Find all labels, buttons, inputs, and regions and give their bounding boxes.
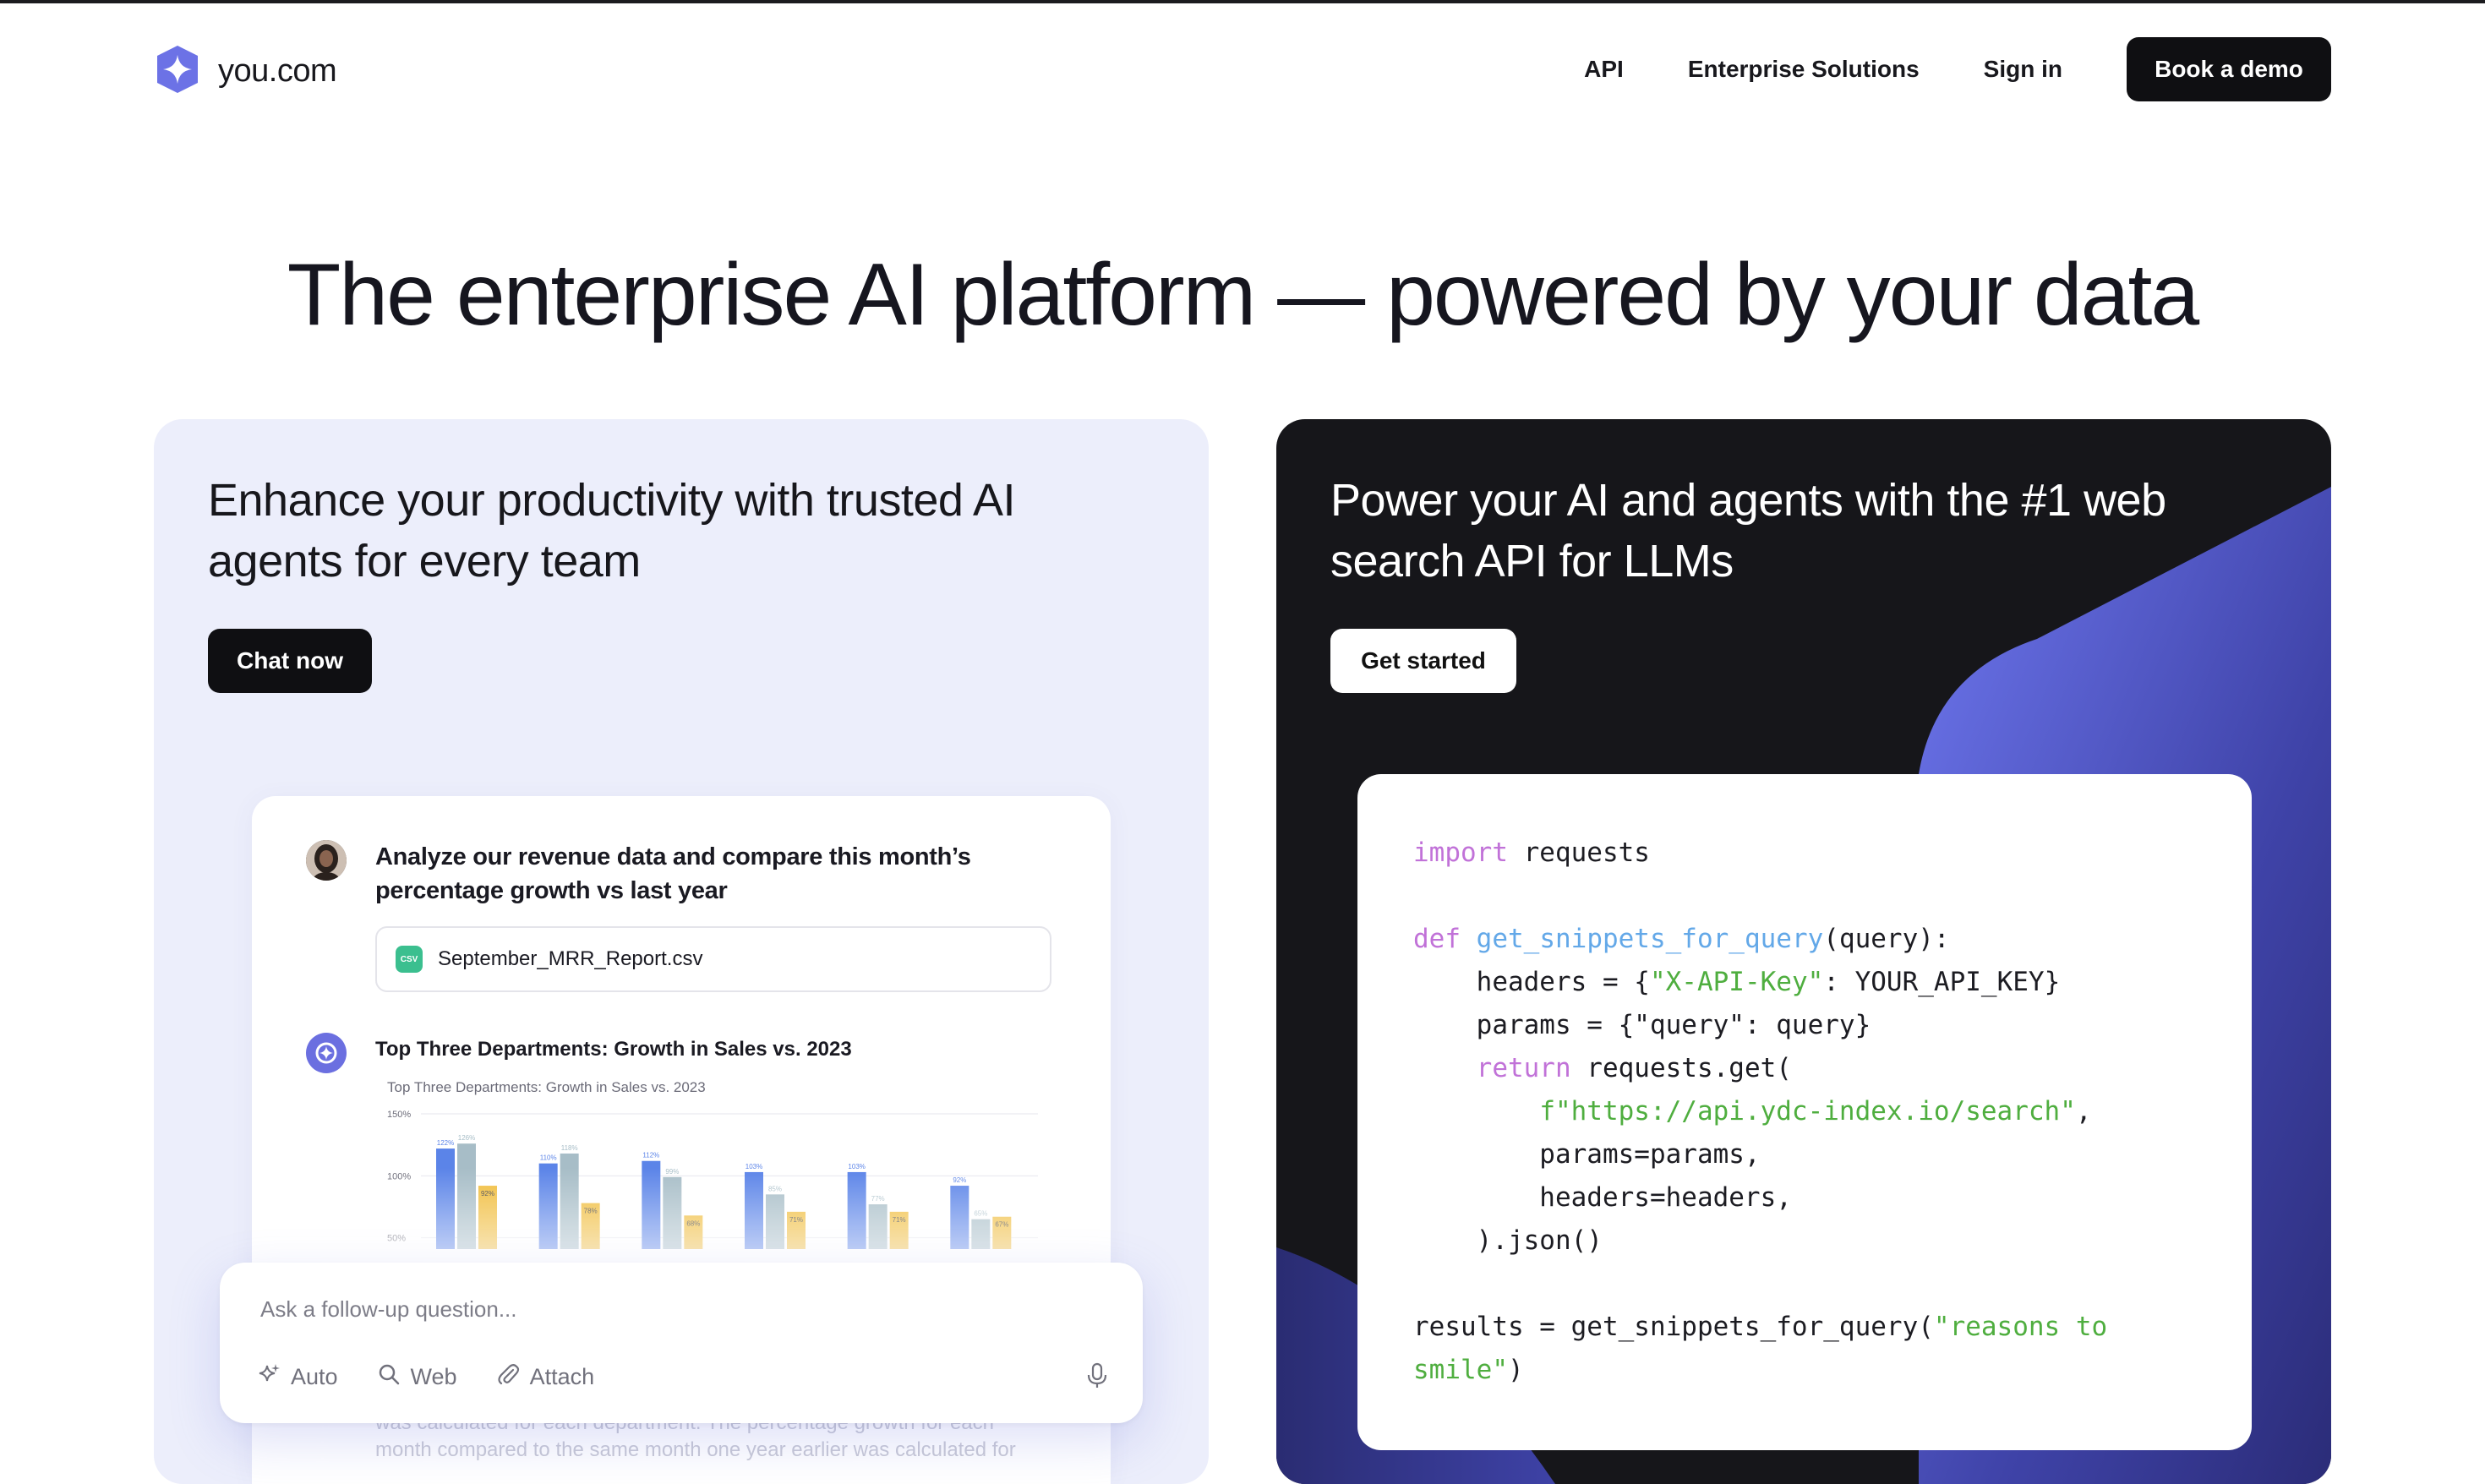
followup-input[interactable]: Ask a follow-up question...	[260, 1296, 517, 1323]
productivity-card-title: Enhance your productivity with trusted A…	[208, 475, 1016, 587]
microphone-icon[interactable]	[1085, 1362, 1109, 1394]
code-function-name: get_snippets_for_query	[1476, 924, 1824, 954]
code-return-keyword: return	[1476, 1053, 1571, 1083]
bar-data-label: 118%	[561, 1144, 578, 1152]
chart-title: Top Three Departments: Growth in Sales v…	[387, 1080, 706, 1095]
paperclip-icon	[496, 1362, 520, 1392]
code-headers-arg: headers=headers,	[1413, 1182, 1792, 1213]
bar-data-label: 112%	[642, 1152, 659, 1159]
followup-box[interactable]: Ask a follow-up question... Auto Web Att…	[220, 1263, 1143, 1423]
code-import-module: requests	[1507, 837, 1650, 868]
auto-mode-button[interactable]: Auto	[257, 1362, 338, 1392]
code-return-call: requests.get(	[1570, 1053, 1792, 1083]
code-url-string: f"https://api.ydc-index.io/search"	[1539, 1096, 2076, 1127]
code-headers-start: headers = {	[1413, 967, 1650, 997]
top-nav: API Enterprise Solutions Sign in Book a …	[1584, 37, 2331, 101]
nav-signin-link[interactable]: Sign in	[1984, 56, 2062, 83]
attach-label: Attach	[529, 1364, 595, 1389]
productivity-card: Enhance your productivity with trusted A…	[154, 419, 1209, 1484]
assistant-icon	[306, 1033, 347, 1073]
code-results-end: )	[1507, 1355, 1524, 1385]
nav-enterprise-link[interactable]: Enterprise Solutions	[1688, 56, 1920, 83]
logo[interactable]: you.com	[152, 44, 337, 99]
code-url-indent	[1413, 1096, 1539, 1127]
attachment-chip[interactable]: CSV September_MRR_Report.csv	[375, 926, 1051, 992]
get-started-button[interactable]: Get started	[1330, 629, 1516, 693]
user-avatar	[306, 840, 347, 881]
auto-label: Auto	[291, 1364, 338, 1389]
bar-data-label: 126%	[458, 1134, 475, 1142]
user-question: Analyze our revenue data and compare thi…	[375, 843, 971, 904]
code-def-keyword: def	[1413, 924, 1461, 954]
attachment-filename: September_MRR_Report.csv	[438, 947, 703, 970]
bar-data-label: 122%	[437, 1139, 454, 1147]
csv-file-icon: CSV	[396, 946, 423, 973]
code-return-indent	[1413, 1053, 1477, 1083]
code-results-string-1: "reasons to	[1933, 1312, 2108, 1342]
web-label: Web	[410, 1364, 457, 1389]
top-border	[0, 0, 2485, 3]
api-card: Power your AI and agents with the #1 web…	[1276, 419, 2331, 1484]
chat-now-button[interactable]: Chat now	[208, 629, 372, 693]
web-search-button[interactable]: Web	[377, 1362, 457, 1392]
y-tick-label: 150%	[387, 1110, 411, 1120]
code-sample: import requests def get_snippets_for_que…	[1357, 774, 2252, 1450]
book-demo-button[interactable]: Book a demo	[2127, 37, 2331, 101]
code-headers-end: : YOUR_API_KEY}	[1823, 967, 2061, 997]
hero-title: The enterprise AI platform — powered by …	[287, 246, 2200, 344]
answer-title: Top Three Departments: Growth in Sales v…	[375, 1038, 852, 1061]
you-logo-icon	[152, 44, 203, 99]
followup-tools: Auto Web Attach	[257, 1362, 594, 1392]
code-headers-key: "X-API-Key"	[1649, 967, 1824, 997]
nav-api-link[interactable]: API	[1584, 56, 1624, 83]
code-url-comma: ,	[2075, 1096, 2092, 1127]
code-function-args: (query):	[1823, 924, 1950, 954]
api-card-title: Power your AI and agents with the #1 web…	[1330, 475, 2166, 587]
code-params-line: params = {"query": query}	[1413, 1010, 1871, 1040]
search-icon	[377, 1362, 401, 1392]
code-params-arg: params=params,	[1413, 1139, 1761, 1170]
bar-data-label: 110%	[540, 1154, 557, 1162]
code-json-call: ).json()	[1413, 1225, 1603, 1256]
attach-button[interactable]: Attach	[496, 1362, 595, 1392]
sparkle-icon	[257, 1362, 281, 1392]
code-import-keyword: import	[1413, 837, 1508, 868]
code-results-start: results = get_snippets_for_query(	[1413, 1312, 1934, 1342]
logo-wordmark: you.com	[218, 53, 337, 89]
code-results-string-2: smile"	[1413, 1355, 1508, 1385]
